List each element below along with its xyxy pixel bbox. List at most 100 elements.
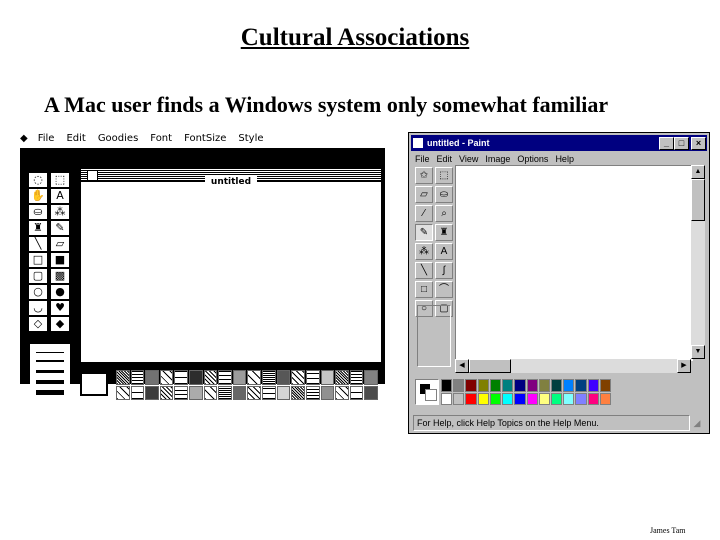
pencil-icon[interactable]: ✎: [415, 224, 433, 241]
pattern-swatch[interactable]: [218, 385, 232, 400]
mac-menu-fontsize[interactable]: FontSize: [184, 133, 226, 144]
pattern-swatch[interactable]: [305, 385, 320, 400]
pattern-swatch[interactable]: [349, 370, 364, 385]
color-swatch[interactable]: [575, 392, 587, 405]
pattern-swatch[interactable]: [203, 370, 218, 385]
pick-color-icon[interactable]: ⁄: [415, 205, 433, 222]
curve-icon[interactable]: ∫: [435, 262, 453, 279]
scroll-left-icon[interactable]: ◀: [455, 359, 469, 373]
magnifier-icon[interactable]: ⌕: [435, 205, 453, 222]
rounded-rect-icon[interactable]: ▢: [28, 268, 48, 284]
select-icon[interactable]: ⬚: [435, 167, 453, 184]
minimize-button[interactable]: _: [659, 137, 674, 150]
pattern-swatch[interactable]: [247, 370, 262, 385]
close-button[interactable]: ×: [691, 137, 706, 150]
pattern-swatch[interactable]: [174, 370, 189, 385]
color-swatch[interactable]: [477, 379, 489, 392]
apple-icon[interactable]: ◆: [20, 133, 28, 144]
pattern-swatch[interactable]: [116, 385, 130, 400]
color-swatch[interactable]: [587, 392, 599, 405]
pattern-swatch[interactable]: [291, 385, 305, 400]
color-swatch[interactable]: [514, 392, 526, 405]
filled-freeform-icon[interactable]: ♥: [50, 300, 70, 316]
color-swatch[interactable]: [575, 379, 587, 392]
mac-menu-edit[interactable]: Edit: [66, 133, 85, 144]
pattern-swatch[interactable]: [203, 385, 218, 400]
tool-options-box[interactable]: [417, 305, 451, 367]
color-swatch[interactable]: [526, 392, 538, 405]
color-swatch[interactable]: [489, 392, 502, 405]
color-swatch[interactable]: [563, 379, 575, 392]
color-swatch[interactable]: [453, 379, 465, 392]
scroll-down-icon[interactable]: ▼: [691, 345, 705, 359]
pattern-swatch[interactable]: [174, 385, 189, 400]
rectangle-icon[interactable]: □: [28, 252, 48, 268]
win-menu-file[interactable]: File: [415, 154, 430, 164]
win-titlebar[interactable]: untitled - Paint _ □ ×: [411, 135, 707, 151]
grabber-hand-icon[interactable]: ✋: [28, 188, 48, 204]
airbrush-icon[interactable]: ⁂: [415, 243, 433, 260]
scroll-right-icon[interactable]: ▶: [677, 359, 691, 373]
pattern-swatch[interactable]: [276, 370, 291, 385]
fill-icon[interactable]: ⛀: [435, 186, 453, 203]
horizontal-scrollbar[interactable]: ◀ ▶: [455, 359, 691, 373]
brush-icon[interactable]: ♜: [435, 224, 453, 241]
close-box-icon[interactable]: [87, 170, 98, 181]
maximize-button[interactable]: □: [674, 137, 689, 150]
color-swatch[interactable]: [563, 392, 575, 405]
line-icon[interactable]: ╲: [415, 262, 433, 279]
mac-menu-file[interactable]: File: [38, 133, 55, 144]
color-swatch[interactable]: [514, 379, 526, 392]
mac-menu-style[interactable]: Style: [238, 133, 263, 144]
color-swatch[interactable]: [526, 379, 538, 392]
color-swatch[interactable]: [587, 379, 599, 392]
pattern-swatch[interactable]: [262, 370, 276, 385]
pattern-swatch[interactable]: [320, 370, 335, 385]
text-icon[interactable]: A: [435, 243, 453, 260]
mac-window-titlebar[interactable]: untitled: [81, 169, 381, 188]
lasso-icon[interactable]: ◌: [28, 172, 48, 188]
color-swatch[interactable]: [599, 392, 611, 405]
color-swatch[interactable]: [599, 379, 611, 392]
filled-rectangle-icon[interactable]: ■: [50, 252, 70, 268]
vertical-scrollbar[interactable]: ▲ ▼: [691, 165, 705, 359]
text-icon[interactable]: A: [50, 188, 70, 204]
brush-icon[interactable]: ♜: [28, 220, 48, 236]
win-menu-options[interactable]: Options: [517, 154, 548, 164]
pattern-swatch[interactable]: [364, 370, 378, 385]
pattern-swatch[interactable]: [145, 385, 159, 400]
color-swatch[interactable]: [550, 379, 563, 392]
mac-line-width-panel[interactable]: [30, 344, 70, 400]
mac-menu-font[interactable]: Font: [150, 133, 172, 144]
color-swatch[interactable]: [465, 392, 477, 405]
color-swatch[interactable]: [477, 392, 489, 405]
oval-icon[interactable]: ○: [28, 284, 48, 300]
pattern-swatch[interactable]: [145, 370, 159, 385]
pattern-swatch[interactable]: [349, 385, 364, 400]
paint-bucket-icon[interactable]: ⛀: [28, 204, 48, 220]
paint-app-icon[interactable]: [413, 138, 423, 148]
pattern-swatch[interactable]: [247, 385, 262, 400]
eraser-icon[interactable]: ▱: [50, 236, 70, 252]
pattern-swatch[interactable]: [159, 385, 174, 400]
pattern-swatch[interactable]: [262, 385, 276, 400]
pattern-swatch[interactable]: [335, 370, 349, 385]
drawing-canvas[interactable]: [455, 165, 693, 361]
color-swatch[interactable]: [502, 392, 514, 405]
win-menu-edit[interactable]: Edit: [437, 154, 453, 164]
color-swatch[interactable]: [441, 392, 453, 405]
pattern-swatch[interactable]: [159, 370, 174, 385]
marquee-icon[interactable]: ⬚: [50, 172, 70, 188]
pattern-swatch[interactable]: [232, 385, 247, 400]
pattern-swatch[interactable]: [276, 385, 291, 400]
win-menu-help[interactable]: Help: [555, 154, 574, 164]
filled-rounded-rect-icon[interactable]: ▩: [50, 268, 70, 284]
pattern-swatch[interactable]: [130, 370, 145, 385]
pattern-swatch[interactable]: [232, 370, 247, 385]
color-swatch[interactable]: [538, 392, 550, 405]
color-swatch[interactable]: [502, 379, 514, 392]
pattern-swatch[interactable]: [189, 385, 203, 400]
free-select-icon[interactable]: ✩: [415, 167, 433, 184]
pattern-swatch[interactable]: [291, 370, 305, 385]
scroll-up-icon[interactable]: ▲: [691, 165, 705, 179]
